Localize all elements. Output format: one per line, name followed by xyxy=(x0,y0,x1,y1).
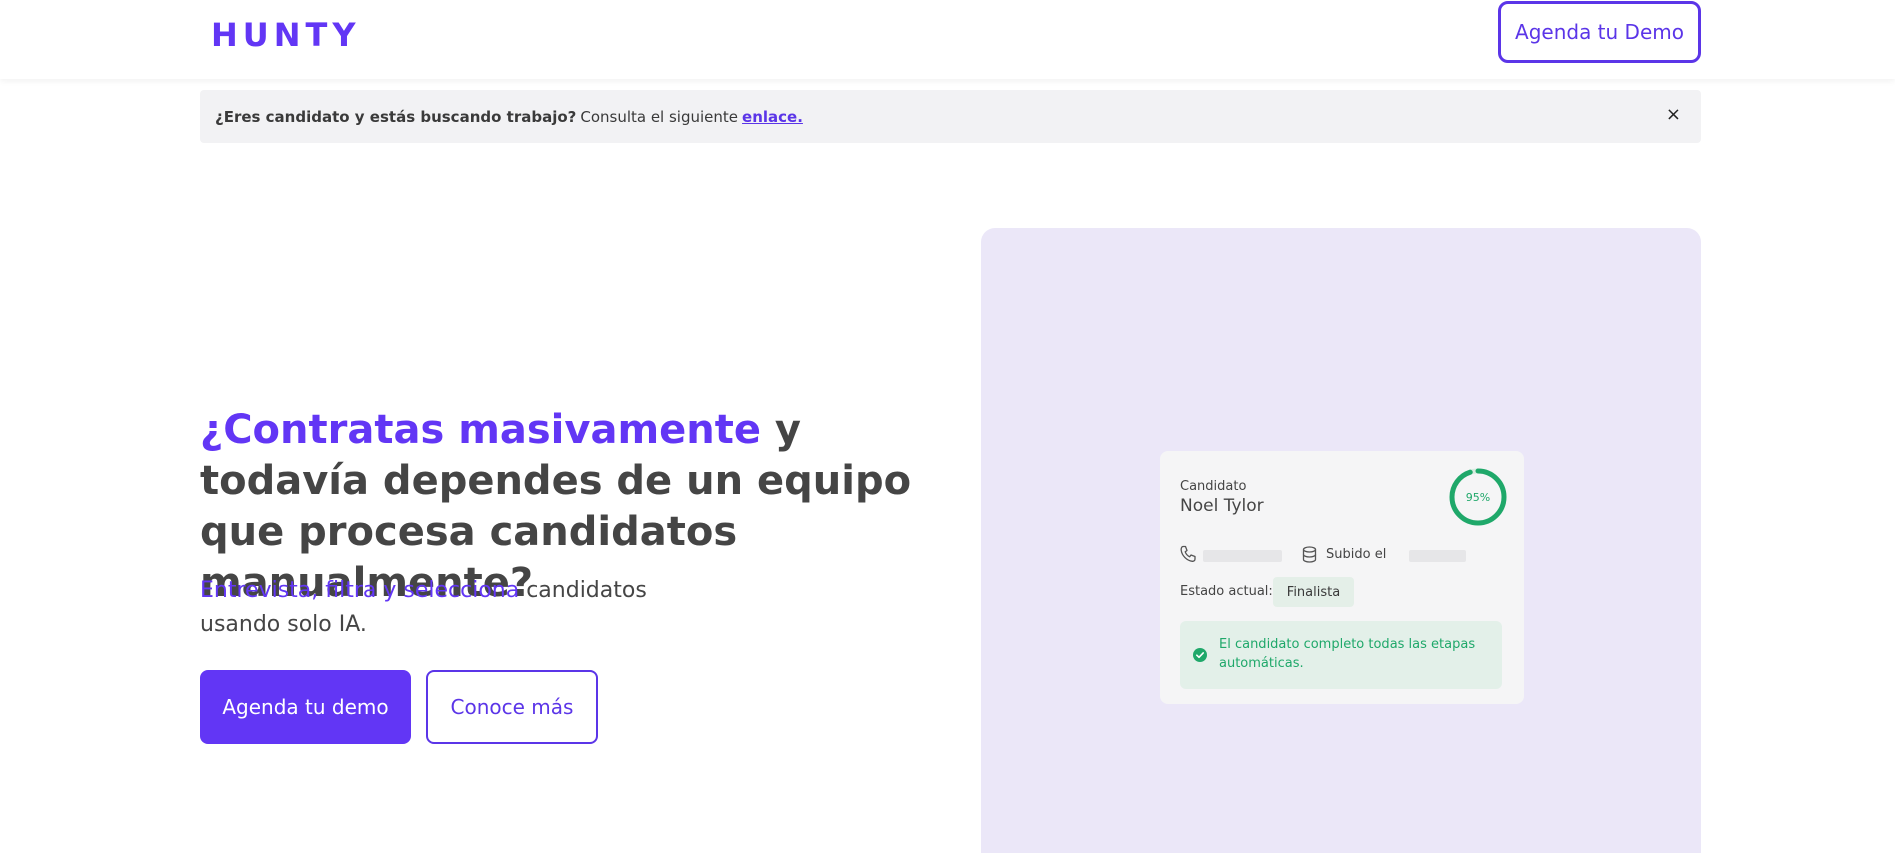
agenda-demo-button[interactable]: Agenda tu demo xyxy=(200,670,411,744)
score-text: 95% xyxy=(1466,491,1490,504)
uploaded-label: Subido el xyxy=(1326,547,1387,562)
candidate-info-row: Subido el xyxy=(1180,545,1510,565)
header-demo-button[interactable]: Agenda tu Demo xyxy=(1498,1,1701,63)
status-label: Estado actual: xyxy=(1180,584,1273,599)
notice-bold-text: ¿Eres candidato y estás buscando trabajo… xyxy=(215,107,577,126)
notice-text: Consulta el siguiente xyxy=(580,107,739,126)
phone-placeholder xyxy=(1203,550,1282,562)
conoce-mas-button[interactable]: Conoce más xyxy=(426,670,598,744)
hunty-logo[interactable]: HUNTY xyxy=(211,17,361,53)
hero-subtitle: Entrevista, filtra y selecciona candidat… xyxy=(200,574,660,642)
candidate-notice-bar: ¿Eres candidato y estás buscando trabajo… xyxy=(200,90,1701,143)
site-header: HUNTY Agenda tu Demo xyxy=(0,0,1895,79)
hero-subtitle-accent: Entrevista, filtra y selecciona xyxy=(200,578,520,603)
database-icon xyxy=(1302,546,1317,563)
notice-link[interactable]: enlace. xyxy=(742,108,803,126)
success-message: El candidato completo todas las etapas a… xyxy=(1219,637,1476,671)
uploaded-date-placeholder xyxy=(1409,550,1466,562)
success-message-box: El candidato completo todas las etapas a… xyxy=(1180,621,1502,689)
phone-icon xyxy=(1180,545,1196,562)
candidate-name: Noel Tylor xyxy=(1180,496,1264,516)
hero-title-accent: ¿Contratas masivamente xyxy=(200,407,761,453)
candidate-label: Candidato xyxy=(1180,479,1247,494)
check-circle-icon xyxy=(1193,648,1207,662)
status-badge: Finalista xyxy=(1273,577,1354,607)
score-ring: 95% xyxy=(1449,468,1507,526)
candidate-card: Candidato Noel Tylor 95% Subido el Estad… xyxy=(1160,451,1524,704)
close-icon[interactable]: × xyxy=(1666,105,1681,125)
